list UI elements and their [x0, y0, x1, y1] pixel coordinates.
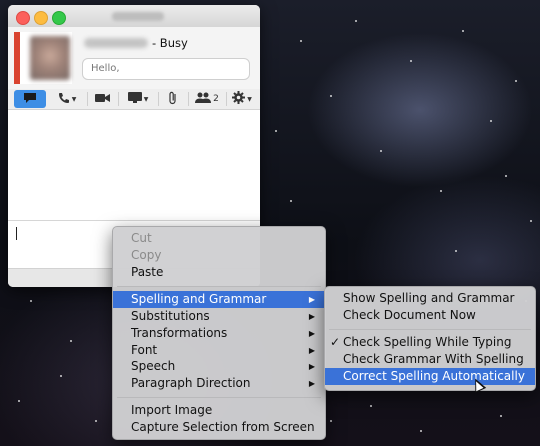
text-cursor — [16, 227, 17, 240]
menu-item-label: Check Grammar With Spelling — [343, 352, 524, 366]
submenu-arrow-icon: ▶ — [308, 379, 315, 388]
menu-item-copy[interactable]: Copy — [113, 247, 325, 264]
participants-icon — [195, 92, 212, 107]
menu-item-font[interactable]: Font ▶ — [113, 342, 325, 359]
window-title-redacted — [112, 12, 164, 21]
status-text: - Busy — [152, 36, 188, 50]
menu-separator — [117, 286, 321, 287]
menu-item-label: Spelling and Grammar — [131, 292, 267, 306]
avatar[interactable] — [30, 36, 70, 80]
chevron-down-icon: ▼ — [247, 95, 252, 103]
submenu-arrow-icon: ▶ — [308, 295, 315, 304]
menu-item-label: Substitutions — [131, 309, 210, 323]
menu-item-label: Paste — [131, 265, 164, 279]
submenu-arrow-icon: ▶ — [308, 312, 315, 321]
message-button[interactable] — [14, 90, 46, 108]
video-button[interactable] — [90, 90, 116, 108]
conversation-toolbar: ▼ ▼ 2 ▼ — [8, 89, 260, 110]
menu-separator — [329, 329, 531, 330]
presence-indicator — [14, 32, 72, 84]
menu-item-label: Check Document Now — [343, 308, 476, 322]
chevron-down-icon: ▼ — [71, 95, 77, 103]
menu-item-label: Cut — [131, 231, 152, 245]
checkmark-icon: ✓ — [330, 335, 341, 349]
contact-header: - Busy Hello, — [8, 27, 260, 90]
menu-item-label: Copy — [131, 248, 162, 262]
chevron-down-icon: ▼ — [143, 95, 149, 103]
menu-item-label: Speech — [131, 359, 176, 373]
menu-item-label: Correct Spelling Automatically — [343, 369, 525, 383]
menu-item-check-spelling-while-typing[interactable]: ✓ Check Spelling While Typing — [325, 334, 535, 351]
attachment-button[interactable] — [160, 90, 186, 108]
call-button[interactable]: ▼ — [50, 90, 84, 108]
participants-button[interactable]: 2 — [190, 90, 224, 108]
close-button[interactable] — [16, 11, 30, 25]
menu-item-check-document-now[interactable]: Check Document Now — [325, 307, 535, 324]
menu-item-show-spelling-and-grammar[interactable]: Show Spelling and Grammar — [325, 290, 535, 307]
zoom-button[interactable] — [52, 11, 66, 25]
menu-item-transformations[interactable]: Transformations ▶ — [113, 325, 325, 342]
attachment-icon — [168, 91, 178, 108]
menu-separator — [117, 397, 321, 398]
menu-item-speech[interactable]: Speech ▶ — [113, 358, 325, 375]
submenu-arrow-icon: ▶ — [308, 346, 315, 355]
menu-item-cut[interactable]: Cut — [113, 230, 325, 247]
spelling-submenu: Show Spelling and Grammar Check Document… — [324, 286, 536, 391]
menu-item-label: Show Spelling and Grammar — [343, 291, 515, 305]
submenu-arrow-icon: ▶ — [308, 362, 315, 371]
menu-item-substitutions[interactable]: Substitutions ▶ — [113, 308, 325, 325]
menu-item-paste[interactable]: Paste — [113, 264, 325, 281]
menu-item-label: Capture Selection from Screen — [131, 420, 315, 434]
menu-item-check-grammar-with-spelling[interactable]: Check Grammar With Spelling — [325, 351, 535, 368]
menu-item-label: Transformations — [131, 326, 228, 340]
menu-item-label: Font — [131, 343, 158, 357]
video-icon — [95, 93, 111, 106]
menu-item-label: Check Spelling While Typing — [343, 335, 512, 349]
screen-share-button[interactable]: ▼ — [120, 90, 156, 108]
menu-item-import-image[interactable]: Import Image — [113, 402, 325, 419]
minimize-button[interactable] — [34, 11, 48, 25]
menu-item-label: Import Image — [131, 403, 213, 417]
gear-icon — [232, 91, 246, 107]
submenu-arrow-icon: ▶ — [308, 329, 315, 338]
window-titlebar[interactable] — [8, 5, 260, 27]
screen-share-icon — [127, 91, 142, 107]
menu-item-paragraph-direction[interactable]: Paragraph Direction ▶ — [113, 375, 325, 392]
contact-name-redacted — [84, 38, 148, 48]
message-icon — [23, 92, 37, 107]
menu-item-spelling-and-grammar[interactable]: Spelling and Grammar ▶ — [113, 291, 325, 308]
personal-note-text: Hello, — [91, 63, 120, 74]
menu-item-correct-spelling-automatically[interactable]: Correct Spelling Automatically — [325, 368, 535, 385]
menu-item-label: Paragraph Direction — [131, 376, 251, 390]
context-menu: Cut Copy Paste Spelling and Grammar ▶ Su… — [112, 226, 326, 440]
participants-count: 2 — [213, 94, 219, 104]
phone-icon — [58, 92, 70, 107]
settings-button[interactable]: ▼ — [228, 90, 256, 108]
menu-item-capture-selection[interactable]: Capture Selection from Screen — [113, 419, 325, 436]
personal-note-field[interactable]: Hello, — [82, 58, 250, 80]
conversation-history[interactable] — [8, 110, 260, 220]
